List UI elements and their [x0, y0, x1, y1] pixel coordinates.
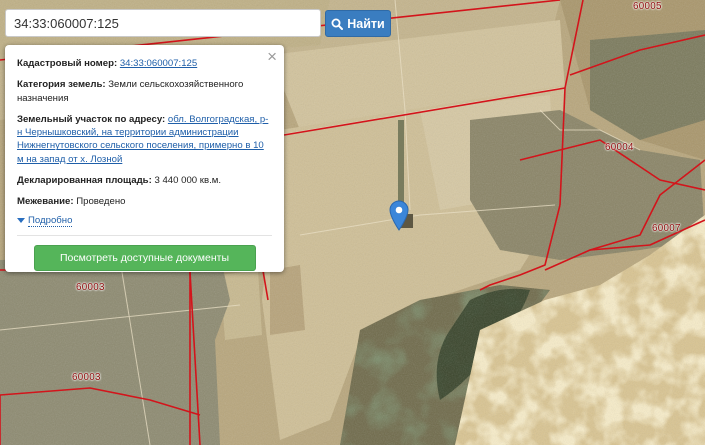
view-documents-button[interactable]: Посмотреть доступные документы — [33, 244, 256, 271]
parcel-label: 60003 — [72, 372, 101, 383]
parcel-label: 60003 — [76, 282, 105, 293]
address-label: Земельный участок по адресу: — [17, 113, 166, 125]
triangle-down-icon — [17, 218, 25, 224]
cadastral-number-label: Кадастровый номер: — [17, 58, 118, 69]
cadastral-number-link[interactable]: 34:33:060007:125 — [120, 58, 197, 69]
details-toggle-label: Подробно — [28, 214, 73, 227]
address-row: Земельный участок по адресу: обл. Волгог… — [17, 113, 272, 166]
search-icon — [331, 18, 344, 30]
parcel-label: 60007 — [652, 223, 681, 234]
declared-area-label: Декларированная площадь: — [17, 175, 152, 187]
declared-area-row: Декларированная площадь: 3 440 000 кв.м. — [17, 174, 272, 187]
search-input[interactable] — [5, 9, 321, 37]
parcel-label: 60004 — [605, 142, 634, 153]
survey-label: Межевание: — [17, 196, 74, 208]
search-button[interactable]: Найти — [325, 10, 391, 37]
parcel-label: 60005 — [633, 1, 662, 12]
search-button-label: Найти — [347, 16, 385, 31]
survey-value: Проведено — [76, 196, 126, 208]
parcel-info-popup: × Кадастровый номер: 34:33:060007:125 Ка… — [5, 45, 284, 272]
land-category-label: Категория земель: — [17, 79, 106, 91]
details-toggle[interactable]: Подробно — [17, 215, 272, 236]
survey-row: Межевание: Проведено — [17, 195, 272, 208]
cadastral-number-row: Кадастровый номер: 34:33:060007:125 — [17, 57, 272, 70]
land-category-row: Категория земель: Земли сельскохозяйстве… — [17, 78, 272, 105]
declared-area-value: 3 440 000 кв.м. — [154, 175, 222, 187]
close-icon[interactable]: × — [267, 48, 277, 65]
map-marker-icon[interactable] — [388, 199, 410, 231]
